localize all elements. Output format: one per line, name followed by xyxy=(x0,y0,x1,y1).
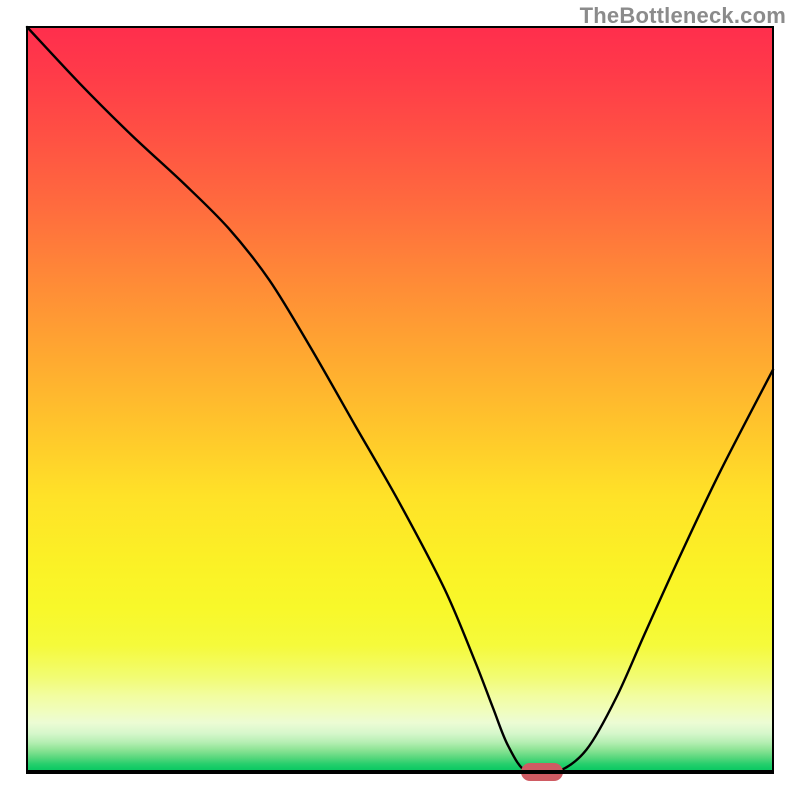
bottleneck-curve xyxy=(27,27,773,775)
axis-bottom xyxy=(26,770,774,774)
curve-layer xyxy=(27,27,773,772)
plot-area xyxy=(27,27,773,772)
axis-right xyxy=(772,26,774,774)
chart-container: { "watermark": "TheBottleneck.com", "cha… xyxy=(0,0,800,800)
axis-top xyxy=(26,26,774,28)
axis-left xyxy=(26,26,28,774)
